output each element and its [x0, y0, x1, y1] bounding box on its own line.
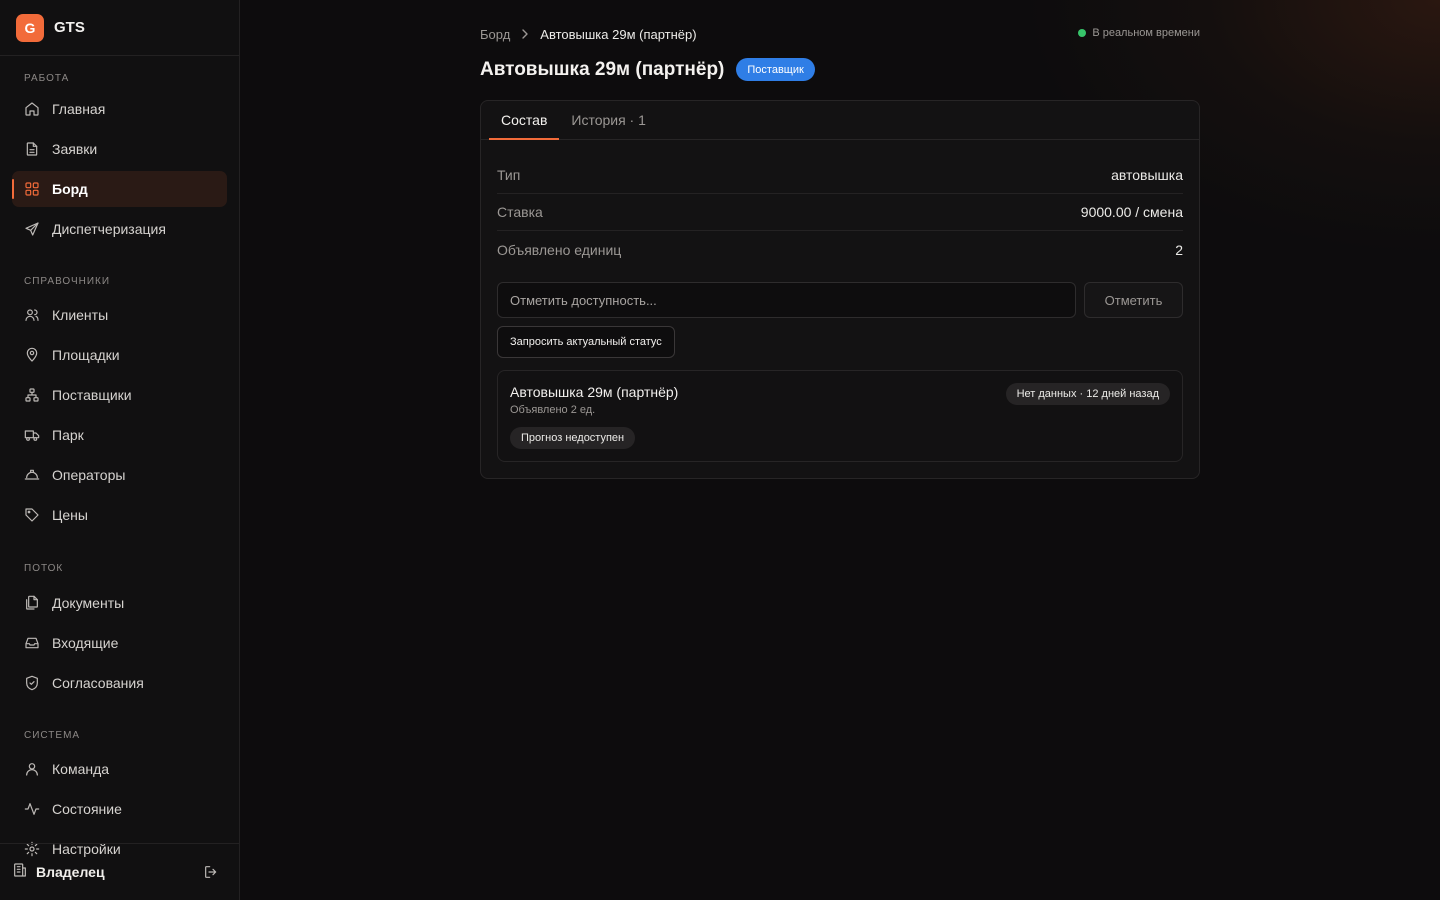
sidebar-item-label: Борд [52, 181, 88, 197]
sidebar-item-sites[interactable]: Площадки [12, 337, 227, 373]
nav-section-title: РАБОТА [24, 73, 70, 84]
tab-history[interactable]: История · 1 [559, 101, 658, 139]
title-row: Автовышка 29м (партнёр) Поставщик [480, 58, 815, 81]
detail-card: Состав История · 1 Тип автовышка Ставка … [480, 100, 1200, 479]
detail-value: 2 [1175, 241, 1183, 258]
sidebar-item-inbox[interactable]: Входящие [12, 625, 227, 661]
detail-row-type: Тип автовышка [497, 157, 1183, 194]
nav-section-title: ПОТОК [24, 563, 64, 574]
sidebar-item-requests[interactable]: Заявки [12, 131, 227, 167]
sidebar-item-label: Поставщики [52, 387, 132, 403]
detail-row-rate: Ставка 9000.00 / смена [497, 194, 1183, 231]
sidebar-item-home[interactable]: Главная [12, 91, 227, 127]
app-root: G GTS РАБОТА Главная Заявки Борд Диспетч… [0, 0, 1440, 900]
realtime-label: В реальном времени [1092, 27, 1200, 39]
sidebar: G GTS РАБОТА Главная Заявки Борд Диспетч… [0, 0, 240, 900]
detail-value: 9000.00 / смена [1080, 204, 1183, 220]
sidebar-nav: РАБОТА Главная Заявки Борд Диспетчеризац… [0, 56, 239, 867]
status-dot-icon [1078, 29, 1087, 37]
sidebar-item-label: Цены [52, 507, 88, 523]
detail-value: автовышка [1111, 167, 1183, 183]
users-icon [24, 307, 40, 323]
network-icon [24, 387, 40, 403]
sidebar-item-label: Согласования [52, 675, 144, 691]
activity-icon [24, 801, 40, 817]
unit-status-badge: Нет данных · 12 дней назад [1005, 383, 1170, 405]
breadcrumb-link-board[interactable]: Борд [480, 27, 510, 42]
sidebar-item-label: Парк [52, 427, 84, 443]
availability-input[interactable] [497, 282, 1076, 318]
grid-icon [24, 181, 40, 197]
building-icon [12, 862, 28, 883]
sidebar-item-approvals[interactable]: Согласования [12, 665, 227, 701]
sidebar-item-label: Входящие [52, 635, 119, 651]
hard-hat-icon [24, 467, 40, 483]
nav-section-title: СИСТЕМА [24, 730, 81, 741]
detail-key: Ставка [497, 204, 543, 220]
logout-icon[interactable] [203, 864, 219, 880]
tag-icon [24, 507, 40, 523]
user-name: Владелец [36, 864, 105, 880]
user-icon [24, 761, 40, 777]
sidebar-item-board[interactable]: Борд [12, 171, 227, 207]
sidebar-item-label: Клиенты [52, 307, 109, 323]
breadcrumb: Борд Автовышка 29м (партнёр) [480, 25, 697, 43]
sidebar-item-label: Диспетчеризация [52, 221, 166, 237]
files-icon [24, 595, 40, 611]
sidebar-item-documents[interactable]: Документы [12, 585, 227, 621]
sidebar-item-prices[interactable]: Цены [12, 497, 227, 533]
unit-title: Автовышка 29м (партнёр) [510, 384, 679, 400]
unit-subtitle: Объявлено 2 ед. [510, 404, 596, 416]
shield-check-icon [24, 675, 40, 691]
app-name: GTS [54, 19, 85, 36]
role-badge: Поставщик [736, 58, 815, 81]
sidebar-item-label: Заявки [52, 141, 98, 157]
inbox-icon [24, 635, 40, 651]
sidebar-item-label: Состояние [52, 801, 122, 817]
sidebar-item-label: Главная [52, 101, 106, 117]
sidebar-item-dispatch[interactable]: Диспетчеризация [12, 211, 227, 247]
map-pin-icon [24, 347, 40, 363]
sidebar-item-label: Команда [52, 761, 110, 777]
unit-card[interactable]: Автовышка 29м (партнёр) Объявлено 2 ед. … [497, 370, 1183, 462]
detail-key: Тип [497, 167, 521, 183]
page-title: Автовышка 29м (партнёр) [480, 58, 725, 80]
sidebar-item-label: Площадки [52, 347, 120, 363]
sidebar-item-suppliers[interactable]: Поставщики [12, 377, 227, 413]
request-status-button[interactable]: Запросить актуальный статус [497, 326, 675, 358]
sidebar-item-label: Операторы [52, 467, 126, 483]
send-icon [24, 221, 40, 237]
file-text-icon [24, 141, 40, 157]
nav-section-title: СПРАВОЧНИКИ [24, 276, 111, 287]
realtime-indicator: В реальном времени [1078, 27, 1200, 39]
details-list: Тип автовышка Ставка 9000.00 / смена Объ… [497, 157, 1183, 268]
brand[interactable]: G GTS [0, 0, 239, 56]
chevron-right-icon [522, 29, 528, 39]
forecast-badge: Прогноз недоступен [510, 427, 636, 449]
user-bar: Владелец [0, 843, 239, 900]
sidebar-item-fleet[interactable]: Парк [12, 417, 227, 453]
tab-bar: Состав История · 1 [481, 101, 1199, 140]
truck-icon [24, 427, 40, 443]
detail-key: Объявлено единиц [497, 241, 622, 258]
tab-composition[interactable]: Состав [489, 101, 560, 140]
home-icon [24, 101, 40, 117]
main-content: Борд Автовышка 29м (партнёр) В реальном … [240, 0, 1440, 900]
availability-row: Отметить [497, 282, 1183, 319]
sidebar-item-status[interactable]: Состояние [12, 791, 227, 827]
app-logo: G [16, 13, 44, 42]
sidebar-item-team[interactable]: Команда [12, 751, 227, 787]
breadcrumb-current: Автовышка 29м (партнёр) [540, 26, 697, 42]
sidebar-item-operators[interactable]: Операторы [12, 457, 227, 493]
sidebar-item-clients[interactable]: Клиенты [12, 297, 227, 333]
mark-button[interactable]: Отметить [1084, 282, 1183, 318]
sidebar-item-label: Документы [52, 595, 125, 611]
detail-row-units: Объявлено единиц 2 [497, 231, 1183, 268]
